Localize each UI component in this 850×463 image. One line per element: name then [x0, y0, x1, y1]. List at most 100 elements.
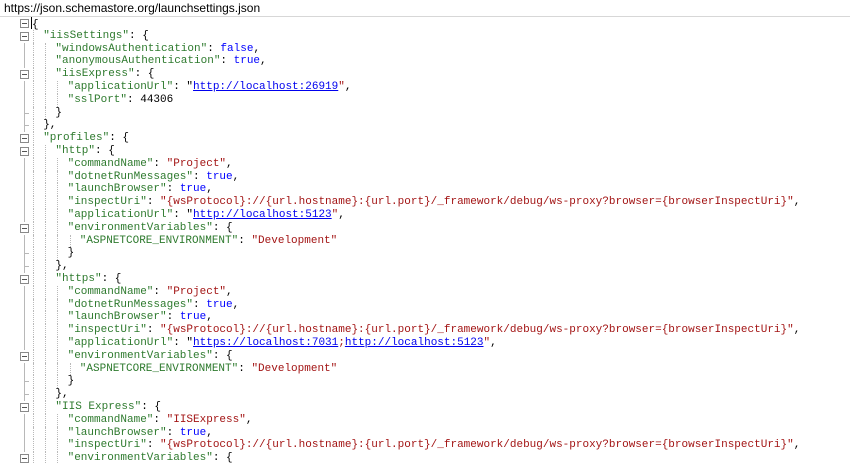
indent-guide: [33, 362, 34, 376]
code-text: "dotnetRunMessages": true,: [68, 299, 240, 312]
json-key: "environmentVariables": [67, 221, 213, 234]
code-line: "applicationUrl": "http://localhost:5123…: [0, 209, 850, 222]
json-key: "IIS Express": [55, 401, 142, 413]
fold-collapse-icon[interactable]: [20, 351, 29, 361]
json-key: "windowsAuthentication": [55, 42, 208, 55]
code-text: "sslPort": 44306: [68, 94, 174, 107]
indent-guide: [33, 55, 34, 69]
code-text: "environmentVariables": {: [68, 452, 233, 463]
json-key: "launchBrowser": [67, 311, 167, 324]
indent-guide: [33, 68, 34, 81]
json-punctuation: : {: [212, 221, 233, 234]
indent-guide: [33, 93, 34, 107]
indent-guide: [45, 68, 47, 81]
json-url-link[interactable]: http://localhost:5123: [345, 337, 484, 349]
indent-guide: [57, 375, 59, 389]
indent-guide: [45, 81, 47, 94]
json-punctuation: }: [67, 375, 75, 388]
json-key: "inspectUri": [67, 324, 147, 337]
json-url-link[interactable]: https://localhost:7031: [193, 337, 338, 349]
code-line: "commandName": "IISExpress",: [0, 413, 850, 427]
indent-guide: [33, 426, 34, 440]
fold-collapse-icon[interactable]: [20, 403, 29, 412]
json-key: "https": [55, 273, 102, 285]
fold-collapse-icon[interactable]: [20, 19, 29, 28]
fold-collapse-icon[interactable]: [20, 31, 29, 41]
indent-guide: [33, 388, 34, 401]
json-key: "ASPNETCORE_ENVIRONMENT": [79, 234, 239, 247]
code-line: "applicationUrl": "http://localhost:2691…: [0, 81, 850, 94]
indent-guide: [45, 349, 47, 363]
indent-guide: [33, 375, 34, 389]
fold-collapse-icon[interactable]: [20, 454, 29, 463]
json-punctuation: ,: [206, 311, 213, 324]
fold-collapse-icon[interactable]: [20, 134, 29, 144]
json-keyword: true: [179, 183, 207, 196]
indent-guide: [45, 209, 47, 222]
json-punctuation: :: [146, 324, 161, 337]
json-url-link[interactable]: http://localhost:26919: [193, 81, 338, 93]
json-punctuation: ,: [253, 42, 261, 55]
indent-guide: [57, 196, 59, 209]
json-punctuation: ,: [232, 170, 240, 183]
url-text: https://json.schemastore.org/launchsetti…: [4, 1, 261, 15]
indent-guide: [33, 337, 34, 350]
json-punctuation: :: [193, 298, 207, 311]
fold-collapse-icon[interactable]: [20, 147, 29, 156]
fold-collapse-icon[interactable]: [20, 70, 29, 80]
json-punctuation: ,: [226, 285, 233, 298]
fold-collapse-icon[interactable]: [20, 223, 29, 233]
indent-guide: [33, 401, 34, 414]
indent-guide: [45, 170, 47, 184]
json-string: "IISExpress": [166, 413, 246, 426]
code-line: }: [0, 247, 850, 261]
code-line: "environmentVariables": {: [0, 221, 850, 235]
code-line: "inspectUri": "{wsProtocol}://{url.hostn…: [0, 196, 850, 209]
indent-guide: [57, 362, 59, 376]
code-line: "IIS Express": {: [0, 401, 850, 414]
fold-guide-line: [24, 42, 25, 56]
json-punctuation: :: [166, 426, 180, 439]
indent-guide: [45, 388, 47, 401]
code-text: "http": {: [55, 145, 114, 158]
json-punctuation: },: [43, 119, 57, 132]
json-punctuation: : {: [212, 452, 233, 463]
indent-guide: [57, 349, 59, 363]
json-punctuation: ,: [226, 157, 233, 170]
json-string: "{wsProtocol}://{url.hostname}:{url.port…: [160, 439, 794, 452]
json-punctuation: ,: [793, 439, 801, 452]
indent-guide: [45, 285, 47, 299]
json-punctuation: : {: [101, 273, 122, 285]
indent-guide: [33, 324, 34, 337]
fold-guide-line: [24, 413, 25, 427]
json-punctuation: ,: [206, 426, 213, 439]
code-text: },: [55, 260, 68, 273]
code-line: "dotnetRunMessages": true,: [0, 298, 850, 312]
code-line: "http": {: [0, 145, 850, 158]
code-text: "launchBrowser": true,: [68, 183, 213, 196]
json-url-link[interactable]: http://localhost:5123: [193, 209, 332, 221]
json-key: "iisExpress": [55, 68, 135, 81]
code-line: "ASPNETCORE_ENVIRONMENT": "Development": [0, 234, 850, 248]
json-keyword: true: [206, 170, 233, 183]
indent-guide: [57, 413, 59, 427]
fold-collapse-icon[interactable]: [20, 275, 29, 284]
indent-guide: [45, 375, 47, 389]
indent-guide: [57, 247, 59, 261]
indent-guide: [57, 209, 59, 222]
json-editor[interactable]: {"iisSettings": {"windowsAuthentication"…: [0, 17, 850, 463]
code-text: "inspectUri": "{wsProtocol}://{url.hostn…: [68, 324, 801, 337]
json-punctuation: :: [166, 311, 180, 324]
fold-guide-line: [24, 93, 25, 107]
json-punctuation: :: [153, 157, 167, 170]
json-key: "ASPNETCORE_ENVIRONMENT": [79, 362, 239, 375]
fold-guide-line: [24, 439, 25, 453]
fold-guide-line: [24, 157, 25, 171]
url-bar[interactable]: https://json.schemastore.org/launchsetti…: [0, 0, 850, 17]
json-key: "launchBrowser": [67, 426, 167, 439]
indent-guide: [45, 324, 47, 337]
json-punctuation: :: [166, 183, 180, 196]
indent-guide: [57, 234, 59, 248]
code-text: "dotnetRunMessages": true,: [68, 171, 240, 184]
code-line: "windowsAuthentication": false,: [0, 42, 850, 56]
